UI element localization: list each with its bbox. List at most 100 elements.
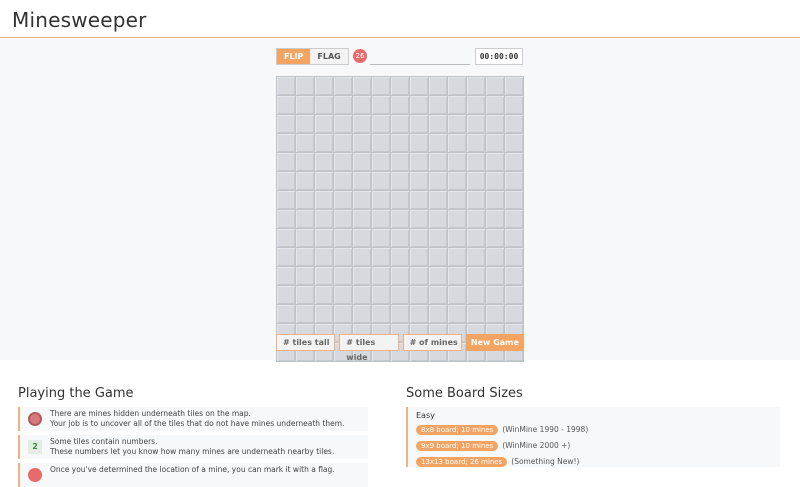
board-tile[interactable]	[429, 267, 447, 285]
board-tile[interactable]	[410, 286, 428, 304]
board-tile[interactable]	[296, 286, 314, 304]
board-tile[interactable]	[486, 115, 504, 133]
board-tile[interactable]	[315, 286, 333, 304]
board-tile[interactable]	[353, 229, 371, 247]
board-tile[interactable]	[353, 96, 371, 114]
board-tile[interactable]	[410, 134, 428, 152]
board-tile[interactable]	[505, 286, 523, 304]
board-tile[interactable]	[277, 191, 295, 209]
board-tile[interactable]	[334, 96, 352, 114]
board-tile[interactable]	[467, 210, 485, 228]
board-tile[interactable]	[334, 191, 352, 209]
board-tile[interactable]	[467, 248, 485, 266]
board-tile[interactable]	[334, 229, 352, 247]
board-tile[interactable]	[391, 96, 409, 114]
board-tile[interactable]	[315, 96, 333, 114]
board-tile[interactable]	[486, 96, 504, 114]
board-tile[interactable]	[448, 286, 466, 304]
board-tile[interactable]	[467, 267, 485, 285]
board-tile[interactable]	[353, 115, 371, 133]
board-tile[interactable]	[296, 305, 314, 323]
board-tile[interactable]	[391, 286, 409, 304]
board-tile[interactable]	[334, 305, 352, 323]
board-tile[interactable]	[334, 267, 352, 285]
board-tile[interactable]	[448, 115, 466, 133]
board-tile[interactable]	[505, 210, 523, 228]
board-tile[interactable]	[486, 77, 504, 95]
board-tile[interactable]	[315, 172, 333, 190]
board-tile[interactable]	[410, 210, 428, 228]
board-tile[interactable]	[410, 96, 428, 114]
board-tile[interactable]	[315, 305, 333, 323]
board-tile[interactable]	[315, 191, 333, 209]
board-tile[interactable]	[467, 172, 485, 190]
board-tile[interactable]	[486, 267, 504, 285]
board-tile[interactable]	[334, 172, 352, 190]
board-tile[interactable]	[486, 210, 504, 228]
board-tile[interactable]	[391, 134, 409, 152]
size-preset-button[interactable]: 9x9 board; 10 mines	[416, 440, 499, 451]
board-tile[interactable]	[391, 77, 409, 95]
board-tile[interactable]	[467, 286, 485, 304]
board-tile[interactable]	[372, 267, 390, 285]
board-tile[interactable]	[277, 305, 295, 323]
board-tile[interactable]	[315, 115, 333, 133]
board-tile[interactable]	[334, 77, 352, 95]
board-tile[interactable]	[467, 77, 485, 95]
board-tile[interactable]	[505, 134, 523, 152]
board-tile[interactable]	[372, 134, 390, 152]
board-tile[interactable]	[372, 153, 390, 171]
board-tile[interactable]	[410, 305, 428, 323]
board-tile[interactable]	[353, 248, 371, 266]
board-tile[interactable]	[448, 210, 466, 228]
board-tile[interactable]	[353, 267, 371, 285]
board-tile[interactable]	[353, 153, 371, 171]
board-tile[interactable]	[505, 153, 523, 171]
board-tile[interactable]	[448, 248, 466, 266]
board-tile[interactable]	[467, 134, 485, 152]
board-tile[interactable]	[467, 229, 485, 247]
board-tile[interactable]	[277, 77, 295, 95]
board-tile[interactable]	[486, 286, 504, 304]
board-tile[interactable]	[410, 115, 428, 133]
board-tile[interactable]	[372, 210, 390, 228]
board-tile[interactable]	[372, 286, 390, 304]
board-tile[interactable]	[391, 305, 409, 323]
board-tile[interactable]	[372, 229, 390, 247]
board-tile[interactable]	[277, 134, 295, 152]
board-tile[interactable]	[505, 172, 523, 190]
size-preset-button[interactable]: 8x8 board; 10 mines	[416, 424, 499, 435]
board-tile[interactable]	[353, 210, 371, 228]
board-tile[interactable]	[372, 248, 390, 266]
board-tile[interactable]	[296, 134, 314, 152]
board-tile[interactable]	[448, 96, 466, 114]
board-tile[interactable]	[391, 267, 409, 285]
board-tile[interactable]	[429, 153, 447, 171]
board-tile[interactable]	[448, 172, 466, 190]
new-game-button[interactable]: New Game	[465, 334, 525, 351]
board-tile[interactable]	[277, 210, 295, 228]
board-tile[interactable]	[467, 191, 485, 209]
board-tile[interactable]	[505, 96, 523, 114]
board-tile[interactable]	[315, 134, 333, 152]
board-tile[interactable]	[296, 229, 314, 247]
board-tile[interactable]	[429, 172, 447, 190]
board-tile[interactable]	[353, 305, 371, 323]
size-preset-button[interactable]: 13x13 board; 26 mines	[416, 456, 508, 467]
board-tile[interactable]	[315, 77, 333, 95]
board-tile[interactable]	[448, 191, 466, 209]
board-tile[interactable]	[429, 191, 447, 209]
board-tile[interactable]	[315, 210, 333, 228]
board-tile[interactable]	[296, 267, 314, 285]
board-tile[interactable]	[296, 248, 314, 266]
board-tile[interactable]	[277, 115, 295, 133]
board-tile[interactable]	[486, 229, 504, 247]
board-tile[interactable]	[296, 210, 314, 228]
board-tile[interactable]	[296, 96, 314, 114]
board-tile[interactable]	[391, 210, 409, 228]
board-tile[interactable]	[448, 153, 466, 171]
mines-count-input[interactable]: # of mines	[402, 334, 462, 351]
board-tile[interactable]	[486, 248, 504, 266]
board-tile[interactable]	[410, 77, 428, 95]
board-tile[interactable]	[410, 172, 428, 190]
